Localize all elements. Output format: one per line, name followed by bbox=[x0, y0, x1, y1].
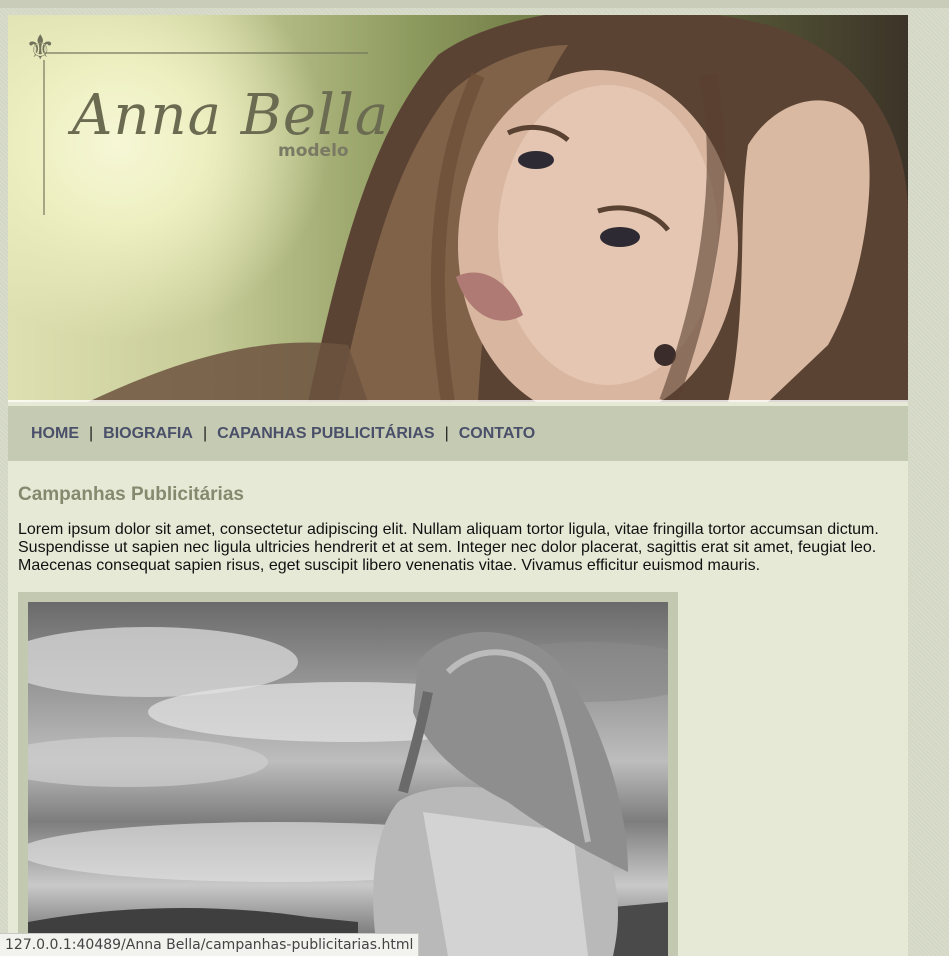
page-title: Campanhas Publicitárias bbox=[18, 484, 244, 505]
campaign-photo bbox=[28, 602, 668, 956]
nav-link-campanhas[interactable]: CAPANHAS PUBLICITÁRIAS bbox=[217, 425, 434, 443]
nav-separator: | bbox=[89, 424, 94, 442]
nav-separator: | bbox=[444, 424, 449, 442]
nav-link-home[interactable]: HOME bbox=[31, 425, 79, 443]
page-container: ⚜ Anna Bella modelo HOME | BIOGRAFIA | C… bbox=[8, 15, 908, 956]
nav-link-biografia[interactable]: BIOGRAFIA bbox=[103, 425, 193, 443]
browser-status-bar: 127.0.0.1:40489/Anna Bella/campanhas-pub… bbox=[0, 933, 420, 956]
nav-link-contato[interactable]: CONTATO bbox=[459, 425, 535, 443]
header-banner: ⚜ Anna Bella modelo bbox=[8, 15, 908, 402]
model-portrait-image bbox=[43, 15, 908, 402]
nav-separator: | bbox=[202, 424, 208, 442]
campaign-photo-frame bbox=[18, 592, 678, 956]
intro-paragraph: Lorem ipsum dolor sit amet, consectetur … bbox=[18, 521, 879, 574]
top-border bbox=[0, 0, 949, 8]
logo-title: Anna Bella bbox=[72, 83, 390, 148]
logo-subtitle: modelo bbox=[278, 141, 349, 161]
fleur-de-lis-icon: ⚜ bbox=[25, 29, 56, 67]
main-navigation: HOME | BIOGRAFIA | CAPANHAS PUBLICITÁRIA… bbox=[8, 406, 908, 461]
banner-divider bbox=[8, 400, 908, 402]
